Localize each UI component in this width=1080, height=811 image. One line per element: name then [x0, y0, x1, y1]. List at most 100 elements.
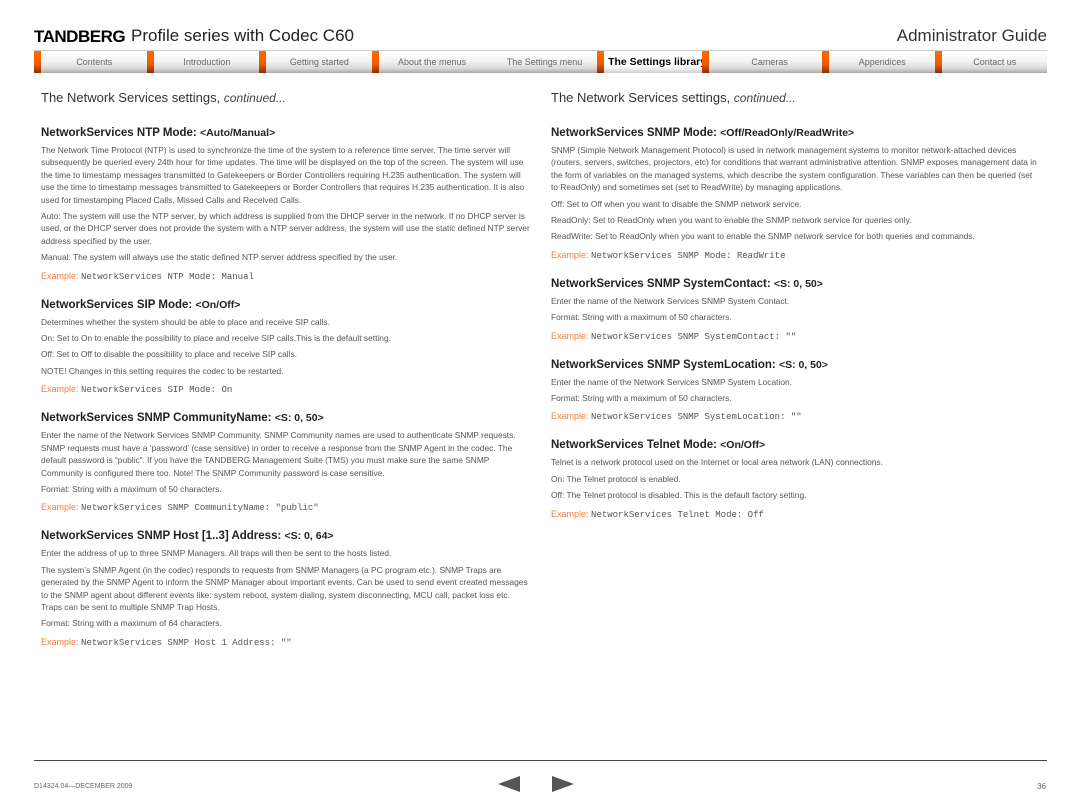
footer-divider	[34, 760, 1047, 761]
setting-example: Example: NetworkServices SIP Mode: On	[41, 384, 531, 395]
setting-title: NetworkServices SNMP Host [1..3] Address…	[41, 530, 531, 542]
tab-marker	[934, 51, 942, 73]
tab-label: Contents	[76, 57, 113, 67]
tab-marker	[371, 51, 379, 73]
tab-introduction[interactable]: Introduction	[146, 51, 260, 73]
tab-contents[interactable]: Contents	[34, 51, 147, 73]
setting-title: NetworkServices SNMP SystemLocation: <S:…	[551, 359, 1041, 371]
document-title: Profile series with Codec C60	[131, 26, 354, 45]
heading-continued: continued...	[223, 91, 286, 105]
setting-value-range: <S: 0, 64>	[284, 530, 334, 543]
setting-example: Example: NetworkServices SNMP Mode: Read…	[551, 250, 1041, 261]
setting-description: The Network Time Protocol (NTP) is used …	[41, 145, 525, 205]
heading-text: The Network Services settings,	[551, 90, 734, 105]
setting-example: Example: NetworkServices SNMP Host 1 Add…	[41, 637, 531, 648]
setting-title: NetworkServices Telnet Mode: <On/Off>	[551, 439, 1041, 451]
setting-description: NOTE! Changes in this setting requires t…	[41, 365, 284, 376]
setting-description: Auto: The system will use the NTP server…	[41, 211, 530, 246]
tab-appendices[interactable]: Appendices	[821, 51, 935, 73]
tab-the-settings-library[interactable]: The Settings library	[596, 51, 710, 73]
setting-description: Enter the name of the Network Services S…	[551, 295, 790, 306]
setting-block: NetworkServices SNMP Mode: <Off/ReadOnly…	[551, 127, 1041, 261]
setting-description: Format: String with a maximum of 64 char…	[41, 618, 222, 629]
setting-description: Enter the name of the Network Services S…	[41, 430, 516, 478]
setting-description: Off: Set to Off when you want to disable…	[551, 198, 802, 209]
setting-title: NetworkServices SNMP SystemContact: <S: …	[551, 278, 1041, 290]
settings-list: NetworkServices NTP Mode: <Auto/Manual> T…	[41, 127, 531, 648]
setting-description: On: The Telnet protocol is enabled.	[551, 473, 681, 484]
setting-value-range: <Auto/Manual>	[199, 127, 276, 139]
tab-about-the-menus[interactable]: About the menus	[371, 51, 485, 73]
setting-name: NetworkServices SNMP CommunityName:	[41, 412, 275, 425]
example-label: Example:	[41, 502, 79, 513]
example-label: Example:	[551, 330, 589, 341]
tab-label: Introduction	[183, 57, 231, 67]
example-code: NetworkServices SNMP SystemLocation: ""	[591, 412, 802, 423]
setting-block: NetworkServices Telnet Mode: <On/Off> Tel…	[551, 439, 1041, 519]
setting-description: Telnet is a network protocol used on the…	[551, 457, 883, 468]
setting-name: NetworkServices NTP Mode:	[41, 127, 200, 139]
tab-marker	[596, 51, 604, 73]
heading-continued: continued...	[733, 91, 796, 105]
tandberg-logo: TANDBERG	[34, 27, 126, 46]
example-label: Example:	[551, 508, 589, 519]
setting-block: NetworkServices SIP Mode: <On/Off> Determ…	[41, 299, 531, 396]
setting-description: Format: String with a maximum of 50 char…	[551, 393, 732, 404]
example-label: Example:	[551, 411, 589, 422]
tab-the-settings-menu[interactable]: The Settings menu	[484, 51, 597, 73]
tab-label: About the menus	[397, 57, 466, 67]
example-code: NetworkServices SNMP Mode: ReadWrite	[591, 250, 786, 261]
left-column: The Network Services settings, continued…	[41, 90, 531, 665]
setting-block: NetworkServices NTP Mode: <Auto/Manual> T…	[41, 127, 531, 282]
setting-name: NetworkServices SNMP SystemContact:	[551, 277, 774, 290]
setting-description: Off: The Telnet protocol is disabled. Th…	[551, 490, 807, 501]
tab-label: Getting started	[289, 57, 349, 67]
setting-description: The system’s SNMP Agent (in the codec) r…	[41, 564, 528, 612]
setting-description: SNMP (Simple Network Management Protocol…	[551, 145, 1037, 193]
setting-description: Format: String with a maximum of 50 char…	[41, 483, 222, 494]
tab-marker	[702, 51, 710, 73]
setting-block: NetworkServices SNMP Host [1..3] Address…	[41, 530, 531, 647]
setting-description: Off: Set to Off to disable the possibili…	[41, 349, 298, 360]
tab-marker	[259, 51, 267, 73]
setting-example: Example: NetworkServices SNMP SystemLoca…	[551, 411, 1041, 422]
setting-value-range: <On/Off>	[720, 439, 766, 452]
next-page-icon[interactable]	[552, 776, 574, 792]
tab-getting-started[interactable]: Getting started	[259, 51, 372, 73]
setting-block: NetworkServices SNMP SystemContact: <S: …	[551, 278, 1041, 342]
document-id: D14324.04—DECEMBER 2009	[34, 783, 133, 790]
example-label: Example:	[41, 636, 79, 647]
setting-value-range: <On/Off>	[195, 298, 241, 311]
tab-contact-us[interactable]: Contact us	[934, 51, 1048, 73]
setting-name: NetworkServices SNMP SystemLocation:	[551, 358, 779, 371]
section-heading: The Network Services settings, continued…	[41, 90, 531, 105]
tab-label: Cameras	[751, 57, 788, 67]
setting-description: Enter the name of the Network Services S…	[551, 376, 792, 387]
setting-title: NetworkServices NTP Mode: <Auto/Manual>	[41, 127, 531, 139]
setting-name: NetworkServices Telnet Mode:	[551, 439, 721, 452]
example-label: Example:	[551, 249, 589, 260]
setting-example: Example: NetworkServices SNMP SystemCont…	[551, 331, 1041, 342]
tab-marker	[146, 51, 154, 73]
tab-label: Contact us	[973, 57, 1017, 67]
setting-name: NetworkServices SIP Mode:	[41, 298, 196, 311]
tab-label: The Settings menu	[506, 57, 583, 67]
setting-description: Manual: The system will always use the s…	[41, 252, 398, 263]
setting-title: NetworkServices SNMP Mode: <Off/ReadOnly…	[551, 127, 1041, 139]
section-heading: The Network Services settings, continued…	[551, 90, 1041, 105]
example-code: NetworkServices SNMP SystemContact: ""	[591, 331, 797, 342]
tab-marker	[34, 51, 41, 73]
heading-text: The Network Services settings,	[41, 90, 224, 105]
setting-description: Format: String with a maximum of 50 char…	[551, 312, 732, 323]
setting-title: NetworkServices SIP Mode: <On/Off>	[41, 299, 531, 311]
previous-page-icon[interactable]	[498, 776, 520, 792]
setting-description: ReadOnly: Set to ReadOnly when you want …	[551, 215, 912, 226]
page-number: 36	[1037, 782, 1046, 791]
setting-description: ReadWrite: Set to ReadOnly when you want…	[551, 231, 975, 242]
setting-name: NetworkServices SNMP Host [1..3] Address…	[41, 530, 285, 543]
setting-value-range: <S: 0, 50>	[773, 277, 823, 290]
guide-title: Administrator Guide	[896, 26, 1047, 45]
setting-name: NetworkServices SNMP Mode:	[551, 127, 721, 139]
tab-cameras[interactable]: Cameras	[709, 51, 822, 73]
tab-label: The Settings library	[608, 56, 707, 68]
